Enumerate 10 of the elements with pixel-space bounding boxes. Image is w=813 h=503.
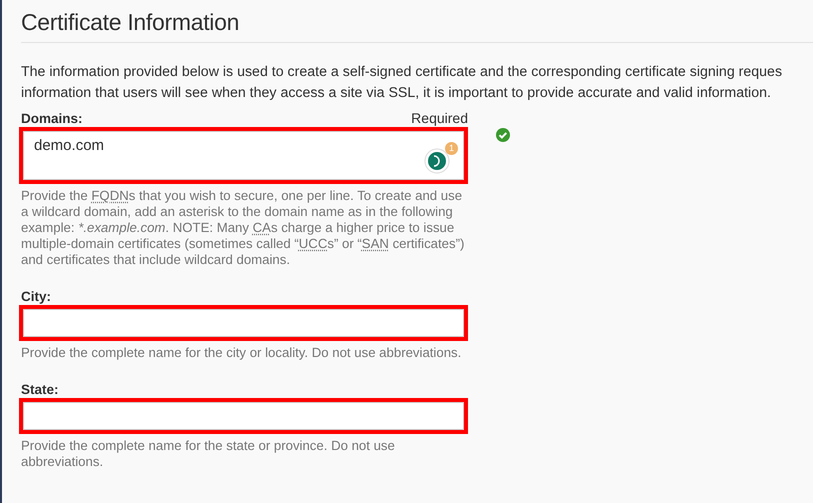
help-text: Provide the complete name for the city or locality. Do not use abbreviations. <box>21 344 462 361</box>
description-text: The information provided below is used to create a self-signed certificate and the corresponding certificate signing reques <box>21 62 784 82</box>
help-text: Provide the FQDNs that you wish to secure, one per line. To create and use a wildcard domain, add an asterisk to the domain name as in the following example: *.example.com. NOTE: Many CAs charge a higher price to issue multiple-domain certificates (sometimes called “UCCs” or “SAN certificates”) and certificates that include wildcard domains. <box>21 188 466 268</box>
description-text: information that users will see when they access a site via SSL, it is important to provide accurate and valid information. <box>21 84 772 103</box>
field-label: Domains: <box>21 110 83 127</box>
help-text: Provide the complete name for the state or province. Do not use abbreviations. <box>21 438 396 470</box>
field-label: City: <box>21 288 51 305</box>
field-label: State: <box>21 380 59 398</box>
page-title: Certificate Information <box>21 0 813 43</box>
required-text: Required <box>411 110 468 127</box>
